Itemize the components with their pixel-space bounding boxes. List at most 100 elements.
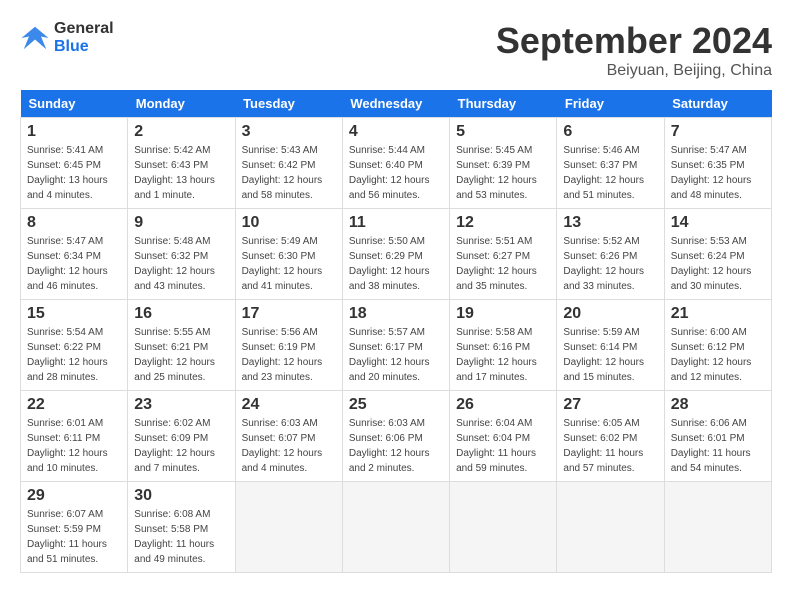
day-number: 1 — [27, 123, 121, 141]
logo-icon — [20, 23, 50, 53]
day-number: 28 — [671, 396, 765, 414]
day-info: Sunrise: 5:59 AM Sunset: 6:14 PM Dayligh… — [563, 325, 657, 385]
calendar-day-cell: 1 Sunrise: 5:41 AM Sunset: 6:45 PM Daylig… — [21, 118, 128, 209]
day-number: 25 — [349, 396, 443, 414]
calendar-day-cell: 12 Sunrise: 5:51 AM Sunset: 6:27 PM Dayli… — [450, 209, 557, 300]
day-number: 16 — [134, 305, 228, 323]
day-number: 13 — [563, 214, 657, 232]
day-info: Sunrise: 5:55 AM Sunset: 6:21 PM Dayligh… — [134, 325, 228, 385]
calendar-day-cell: 7 Sunrise: 5:47 AM Sunset: 6:35 PM Daylig… — [664, 118, 771, 209]
calendar-day-cell — [664, 482, 771, 573]
calendar-day-cell: 22 Sunrise: 6:01 AM Sunset: 6:11 PM Dayli… — [21, 391, 128, 482]
calendar-week-row: 22 Sunrise: 6:01 AM Sunset: 6:11 PM Dayli… — [21, 391, 772, 482]
calendar-week-row: 1 Sunrise: 5:41 AM Sunset: 6:45 PM Daylig… — [21, 118, 772, 209]
day-info: Sunrise: 6:07 AM Sunset: 5:59 PM Dayligh… — [27, 507, 121, 567]
day-number: 14 — [671, 214, 765, 232]
calendar-day-cell: 28 Sunrise: 6:06 AM Sunset: 6:01 PM Dayli… — [664, 391, 771, 482]
calendar-week-row: 8 Sunrise: 5:47 AM Sunset: 6:34 PM Daylig… — [21, 209, 772, 300]
day-number: 4 — [349, 123, 443, 141]
calendar-day-cell: 15 Sunrise: 5:54 AM Sunset: 6:22 PM Dayli… — [21, 300, 128, 391]
calendar-day-cell: 18 Sunrise: 5:57 AM Sunset: 6:17 PM Dayli… — [342, 300, 449, 391]
day-number: 11 — [349, 214, 443, 232]
calendar-day-cell: 30 Sunrise: 6:08 AM Sunset: 5:58 PM Dayli… — [128, 482, 235, 573]
day-number: 2 — [134, 123, 228, 141]
day-number: 9 — [134, 214, 228, 232]
day-number: 6 — [563, 123, 657, 141]
calendar-day-cell: 25 Sunrise: 6:03 AM Sunset: 6:06 PM Dayli… — [342, 391, 449, 482]
calendar-day-cell: 8 Sunrise: 5:47 AM Sunset: 6:34 PM Daylig… — [21, 209, 128, 300]
day-info: Sunrise: 6:03 AM Sunset: 6:06 PM Dayligh… — [349, 416, 443, 476]
day-info: Sunrise: 5:57 AM Sunset: 6:17 PM Dayligh… — [349, 325, 443, 385]
calendar-day-cell: 4 Sunrise: 5:44 AM Sunset: 6:40 PM Daylig… — [342, 118, 449, 209]
calendar-day-cell: 17Sunrise: 5:56 AM Sunset: 6:19 PM Dayli… — [235, 300, 342, 391]
day-info: Sunrise: 6:00 AM Sunset: 6:12 PM Dayligh… — [671, 325, 765, 385]
calendar-day-cell: 26Sunrise: 6:04 AM Sunset: 6:04 PM Dayli… — [450, 391, 557, 482]
day-info: Sunrise: 5:47 AM Sunset: 6:35 PM Dayligh… — [671, 143, 765, 203]
day-info: Sunrise: 5:46 AM Sunset: 6:37 PM Dayligh… — [563, 143, 657, 203]
day-number: 26 — [456, 396, 550, 414]
calendar-day-header: Monday — [128, 90, 235, 118]
calendar-day-cell: 27Sunrise: 6:05 AM Sunset: 6:02 PM Dayli… — [557, 391, 664, 482]
day-number: 10 — [242, 214, 336, 232]
calendar-day-cell: 20 Sunrise: 5:59 AM Sunset: 6:14 PM Dayli… — [557, 300, 664, 391]
day-number: 21 — [671, 305, 765, 323]
day-info: Sunrise: 5:52 AM Sunset: 6:26 PM Dayligh… — [563, 234, 657, 294]
calendar-table: SundayMondayTuesdayWednesdayThursdayFrid… — [20, 90, 772, 573]
header: General Blue September 2024 Beiyuan, Bei… — [20, 20, 772, 80]
day-number: 19 — [456, 305, 550, 323]
calendar-day-cell: 11 Sunrise: 5:50 AM Sunset: 6:29 PM Dayli… — [342, 209, 449, 300]
calendar-header-row: SundayMondayTuesdayWednesdayThursdayFrid… — [21, 90, 772, 118]
day-info: Sunrise: 6:06 AM Sunset: 6:01 PM Dayligh… — [671, 416, 765, 476]
day-info: Sunrise: 6:01 AM Sunset: 6:11 PM Dayligh… — [27, 416, 121, 476]
logo-text: General Blue — [54, 20, 114, 56]
day-info: Sunrise: 5:45 AM Sunset: 6:39 PM Dayligh… — [456, 143, 550, 203]
day-info: Sunrise: 6:02 AM Sunset: 6:09 PM Dayligh… — [134, 416, 228, 476]
day-info: Sunrise: 5:42 AM Sunset: 6:43 PM Dayligh… — [134, 143, 228, 203]
day-info: Sunrise: 5:56 AM Sunset: 6:19 PM Dayligh… — [242, 325, 336, 385]
location-subtitle: Beiyuan, Beijing, China — [496, 62, 772, 80]
calendar-day-cell — [342, 482, 449, 573]
day-info: Sunrise: 5:51 AM Sunset: 6:27 PM Dayligh… — [456, 234, 550, 294]
calendar-day-header: Sunday — [21, 90, 128, 118]
day-number: 15 — [27, 305, 121, 323]
calendar-day-header: Friday — [557, 90, 664, 118]
day-info: Sunrise: 5:41 AM Sunset: 6:45 PM Dayligh… — [27, 143, 121, 203]
calendar-day-cell — [557, 482, 664, 573]
day-number: 23 — [134, 396, 228, 414]
day-number: 12 — [456, 214, 550, 232]
calendar-day-cell — [450, 482, 557, 573]
calendar-day-cell: 23 Sunrise: 6:02 AM Sunset: 6:09 PM Dayli… — [128, 391, 235, 482]
calendar-day-cell — [235, 482, 342, 573]
logo: General Blue — [20, 20, 114, 56]
calendar-day-cell: 24Sunrise: 6:03 AM Sunset: 6:07 PM Dayli… — [235, 391, 342, 482]
calendar-day-header: Tuesday — [235, 90, 342, 118]
calendar-day-cell: 10 Sunrise: 5:49 AM Sunset: 6:30 PM Dayli… — [235, 209, 342, 300]
title-section: September 2024 Beiyuan, Beijing, China — [496, 20, 772, 80]
day-number: 27 — [563, 396, 657, 414]
day-info: Sunrise: 5:50 AM Sunset: 6:29 PM Dayligh… — [349, 234, 443, 294]
calendar-day-header: Thursday — [450, 90, 557, 118]
day-number: 8 — [27, 214, 121, 232]
day-number: 24 — [242, 396, 336, 414]
day-number: 22 — [27, 396, 121, 414]
calendar-day-cell: 29 Sunrise: 6:07 AM Sunset: 5:59 PM Dayli… — [21, 482, 128, 573]
day-info: Sunrise: 5:49 AM Sunset: 6:30 PM Dayligh… — [242, 234, 336, 294]
day-number: 7 — [671, 123, 765, 141]
day-info: Sunrise: 6:08 AM Sunset: 5:58 PM Dayligh… — [134, 507, 228, 567]
day-info: Sunrise: 5:47 AM Sunset: 6:34 PM Dayligh… — [27, 234, 121, 294]
calendar-day-header: Wednesday — [342, 90, 449, 118]
calendar-day-cell: 9Sunrise: 5:48 AM Sunset: 6:32 PM Daylig… — [128, 209, 235, 300]
calendar-week-row: 15 Sunrise: 5:54 AM Sunset: 6:22 PM Dayli… — [21, 300, 772, 391]
day-number: 18 — [349, 305, 443, 323]
calendar-week-row: 29 Sunrise: 6:07 AM Sunset: 5:59 PM Dayli… — [21, 482, 772, 573]
day-info: Sunrise: 5:44 AM Sunset: 6:40 PM Dayligh… — [349, 143, 443, 203]
day-number: 20 — [563, 305, 657, 323]
day-number: 29 — [27, 487, 121, 505]
calendar-day-cell: 21 Sunrise: 6:00 AM Sunset: 6:12 PM Dayli… — [664, 300, 771, 391]
calendar-day-cell: 19 Sunrise: 5:58 AM Sunset: 6:16 PM Dayli… — [450, 300, 557, 391]
calendar-day-cell: 16 Sunrise: 5:55 AM Sunset: 6:21 PM Dayli… — [128, 300, 235, 391]
day-number: 30 — [134, 487, 228, 505]
day-info: Sunrise: 5:58 AM Sunset: 6:16 PM Dayligh… — [456, 325, 550, 385]
day-info: Sunrise: 5:54 AM Sunset: 6:22 PM Dayligh… — [27, 325, 121, 385]
day-number: 5 — [456, 123, 550, 141]
